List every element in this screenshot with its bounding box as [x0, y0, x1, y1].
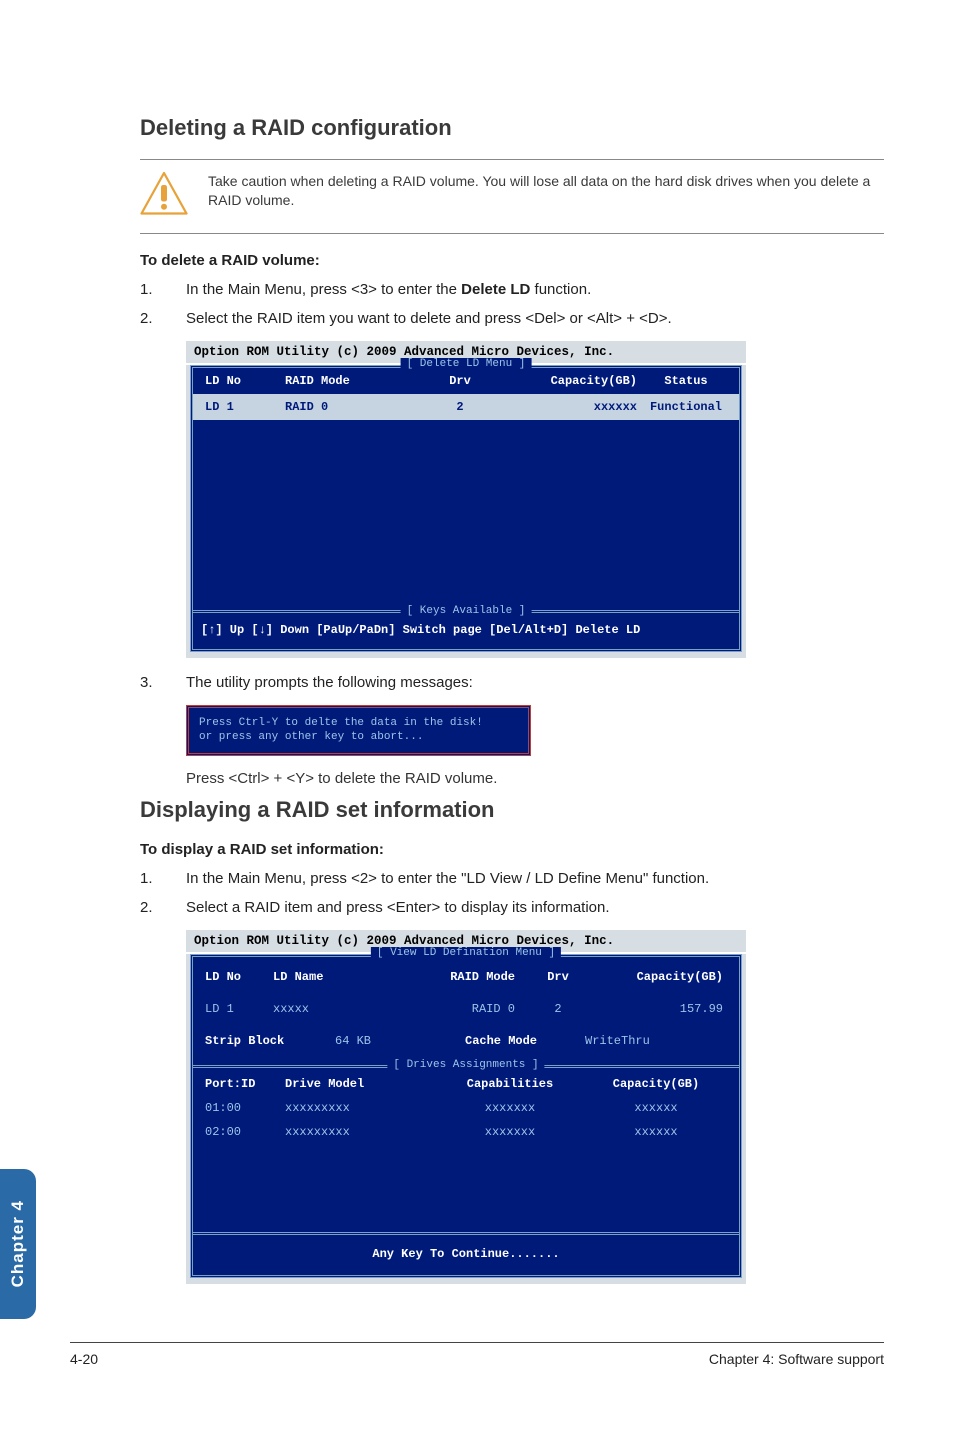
step1: 1. In the Main Menu, press <3> to enter …	[140, 279, 884, 300]
bios1-selected-row[interactable]: LD 1 RAID 0 2 xxxxxx Functional	[193, 394, 739, 420]
step2-text: Select the RAID item you want to delete …	[186, 308, 884, 329]
bios1-empty-area	[193, 420, 739, 610]
bios2-strip-row: Strip Block 64 KB Cache Mode WriteThru	[193, 1025, 739, 1057]
bios2-rc2: xxxxx	[273, 1002, 413, 1016]
bios2-top-data-row: LD 1 xxxxx RAID 0 2 157.99	[193, 993, 739, 1025]
bios2-continue-panel[interactable]: Any Key To Continue.......	[193, 1232, 739, 1275]
bios2-dh2: Drive Model	[285, 1077, 435, 1091]
side-tab-label: Chapter 4	[8, 1200, 28, 1287]
bios1-row-ldno: LD 1	[205, 400, 285, 414]
bios1-col-mode: RAID Mode	[285, 374, 415, 388]
step1-text-b: function.	[530, 281, 591, 298]
bios2-top-header-row: LD No LD Name RAID Mode Drv Capacity(GB)	[193, 961, 739, 993]
sec2-step1-num: 1.	[140, 868, 158, 889]
caution-icon	[140, 170, 188, 223]
section1-title: Deleting a RAID configuration	[140, 115, 884, 141]
bios2-rc4: 2	[523, 1002, 593, 1016]
bios1-row-drv: 2	[415, 400, 505, 414]
bios1-col-drv: Drv	[415, 374, 505, 388]
bios2-s2: 64 KB	[335, 1034, 465, 1048]
bios2-dh1: Port:ID	[205, 1077, 285, 1091]
sec2-step1: 1. In the Main Menu, press <2> to enter …	[140, 868, 884, 889]
bios2-dr0-3: xxxxxxx	[435, 1101, 585, 1115]
bios2-dr0-4: xxxxxx	[585, 1101, 727, 1115]
sec2-step2-num: 2.	[140, 897, 158, 918]
bios2-dr0-1: 01:00	[205, 1101, 285, 1115]
confirm-redbox: Press Ctrl-Y to delte the data in the di…	[186, 705, 884, 756]
bios2-drives-empty	[193, 1144, 739, 1232]
section2-title: Displaying a RAID set information	[140, 797, 884, 823]
step1-text-bold: Delete LD	[461, 281, 530, 298]
bios2-drives-row-1: 02:00 xxxxxxxxx xxxxxxx xxxxxx	[193, 1120, 739, 1144]
bios2-drives-row-0: 01:00 xxxxxxxxx xxxxxxx xxxxxx	[193, 1096, 739, 1120]
bios1-panel-title: [ Delete LD Menu ]	[401, 358, 532, 370]
bios2-dh3: Capabilities	[435, 1077, 585, 1091]
bios1-col-stat: Status	[645, 374, 727, 388]
step1-text: In the Main Menu, press <3> to enter the…	[186, 279, 884, 300]
delete-volume-heading: To delete a RAID volume:	[140, 252, 884, 269]
bios2-s3: Cache Mode	[465, 1034, 585, 1048]
step3-num: 3.	[140, 672, 158, 693]
step1-text-a: In the Main Menu, press <3> to enter the	[186, 281, 461, 298]
caution-text: Take caution when deleting a RAID volume…	[208, 170, 884, 210]
redbox-line1: Press Ctrl-Y to delte the data in the di…	[199, 716, 518, 730]
step3: 3. The utility prompts the following mes…	[140, 672, 884, 693]
bios1-keys-panel: [ Keys Available ] [↑] Up [↓] Down [PaUp…	[193, 610, 739, 649]
sec2-step2: 2. Select a RAID item and press <Enter> …	[140, 897, 884, 918]
bios2-s4: WriteThru	[585, 1034, 727, 1048]
bios1-col-ldno: LD No	[205, 374, 285, 388]
bios2-dr1-4: xxxxxx	[585, 1125, 727, 1139]
bios2-panel-title: [ View LD Defination Menu ]	[371, 947, 561, 959]
step2: 2. Select the RAID item you want to dele…	[140, 308, 884, 329]
bios1-header-row: LD No RAID Mode Drv Capacity(GB) Status	[193, 368, 739, 394]
bios-delete-screen: Option ROM Utility (c) 2009 Advanced Mic…	[186, 341, 884, 658]
bios2-dr0-2: xxxxxxxxx	[285, 1101, 435, 1115]
bios2-hc5: Capacity(GB)	[593, 970, 727, 984]
bios2-rc1: LD 1	[205, 1002, 273, 1016]
step1-num: 1.	[140, 279, 158, 300]
bios2-hc4: Drv	[523, 970, 593, 984]
bios2-dr1-1: 02:00	[205, 1125, 285, 1139]
page-footer: 4-20 Chapter 4: Software support	[70, 1342, 884, 1367]
bios2-hc2: LD Name	[273, 970, 413, 984]
bios1-col-cap: Capacity(GB)	[505, 374, 645, 388]
bios1-keys-title: [ Keys Available ]	[401, 605, 532, 617]
bios1-row-cap: xxxxxx	[505, 400, 645, 414]
display-raid-heading: To display a RAID set information:	[140, 841, 884, 858]
footer-page-num: 4-20	[70, 1351, 98, 1367]
bios2-rc3: RAID 0	[413, 1002, 523, 1016]
step3-text: The utility prompts the following messag…	[186, 672, 884, 693]
step3-after: Press <Ctrl> + <Y> to delete the RAID vo…	[186, 770, 884, 787]
bios2-s1: Strip Block	[205, 1034, 335, 1048]
step2-num: 2.	[140, 308, 158, 329]
sec2-step2-text: Select a RAID item and press <Enter> to …	[186, 897, 884, 918]
bios2-hc3: RAID Mode	[413, 970, 523, 984]
bios2-dh4: Capacity(GB)	[585, 1077, 727, 1091]
footer-chapter: Chapter 4: Software support	[709, 1351, 884, 1367]
bios2-drives-title: [ Drives Assignments ]	[387, 1059, 544, 1071]
bios2-dr1-2: xxxxxxxxx	[285, 1125, 435, 1139]
bios2-continue-text: Any Key To Continue.......	[372, 1247, 559, 1261]
bios1-row-mode: RAID 0	[285, 400, 415, 414]
bios-view-screen: Option ROM Utility (c) 2009 Advanced Mic…	[186, 930, 884, 1284]
sec2-step1-text: In the Main Menu, press <2> to enter the…	[186, 868, 884, 889]
redbox-line2: or press any other key to abort...	[199, 730, 518, 744]
bios2-dr1-3: xxxxxxx	[435, 1125, 585, 1139]
bios2-drives-header-row: Port:ID Drive Model Capabilities Capacit…	[193, 1072, 739, 1096]
bios2-rc5: 157.99	[593, 1002, 727, 1016]
caution-box: Take caution when deleting a RAID volume…	[140, 159, 884, 234]
bios1-keys-text: [↑] Up [↓] Down [PaUp/PaDn] Switch page …	[201, 623, 640, 637]
bios1-row-stat: Functional	[645, 400, 727, 414]
bios2-hc1: LD No	[205, 970, 273, 984]
chapter-side-tab: Chapter 4	[0, 1169, 36, 1319]
